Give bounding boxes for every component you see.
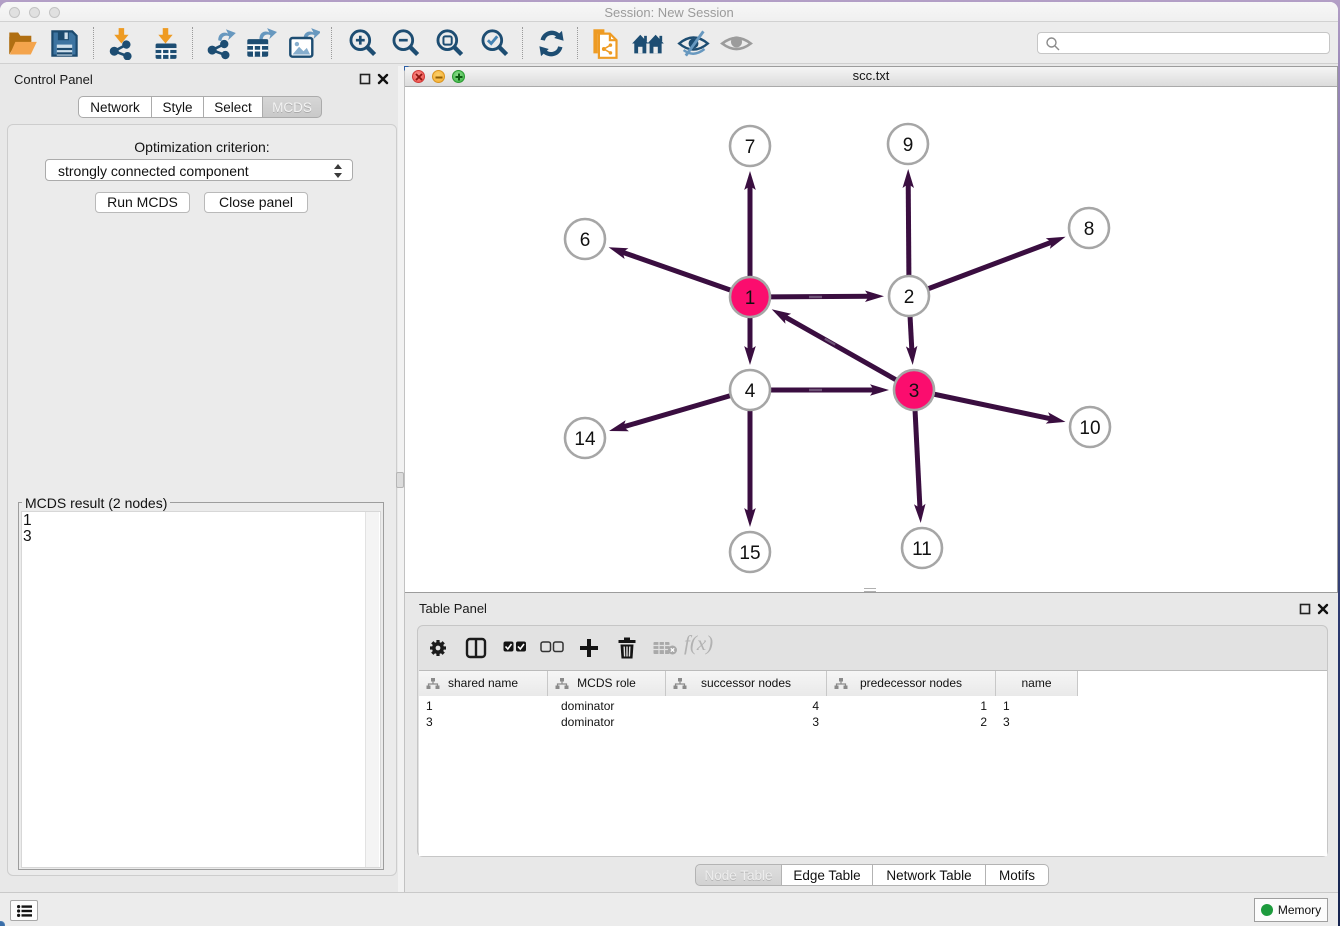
svg-text:10: 10	[1079, 418, 1100, 439]
svg-text:8: 8	[1084, 219, 1095, 240]
svg-text:4: 4	[745, 381, 756, 402]
svg-text:6: 6	[580, 230, 591, 251]
svg-text:1: 1	[745, 288, 756, 309]
svg-text:11: 11	[912, 539, 932, 560]
svg-text:14: 14	[574, 429, 596, 450]
svg-text:2: 2	[904, 287, 915, 308]
svg-text:3: 3	[909, 381, 920, 402]
svg-text:9: 9	[903, 135, 914, 156]
svg-text:15: 15	[739, 543, 760, 564]
svg-text:7: 7	[745, 137, 756, 158]
